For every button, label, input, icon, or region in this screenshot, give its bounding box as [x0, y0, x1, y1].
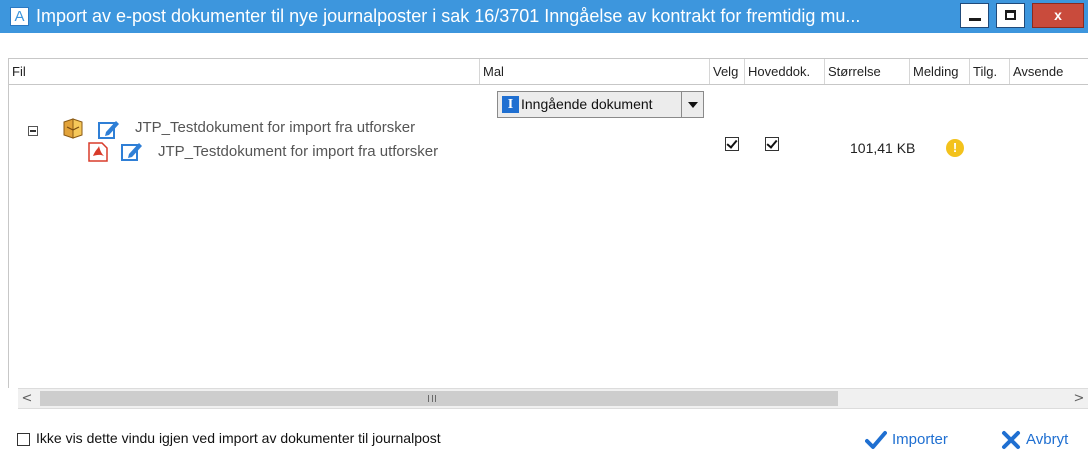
- template-select-value: Inngående dokument: [521, 96, 653, 112]
- edit-metadata-icon[interactable]: [97, 118, 121, 140]
- horizontal-scrollbar[interactable]: < >: [18, 388, 1088, 409]
- email-envelope-icon: [63, 118, 83, 139]
- pdf-file-name[interactable]: JTP_Testdokument for import fra utforske…: [158, 143, 478, 160]
- scroll-right-icon[interactable]: >: [1070, 389, 1088, 408]
- column-header-size[interactable]: Størrelse: [824, 59, 909, 84]
- pdf-file-icon: [88, 142, 108, 162]
- cancel-button[interactable]: Avbryt: [1000, 428, 1085, 452]
- import-button[interactable]: Importer: [865, 428, 965, 452]
- incoming-document-icon: I: [502, 96, 519, 113]
- column-header-file[interactable]: Fil: [9, 59, 479, 84]
- minimize-icon: [969, 18, 981, 21]
- import-button-label: Importer: [892, 431, 948, 448]
- cross-icon: [1002, 431, 1020, 449]
- collapse-toggle-icon[interactable]: [28, 126, 38, 136]
- column-header-select[interactable]: Velg: [709, 59, 744, 84]
- checkmark-icon: [865, 431, 887, 449]
- column-header-main-document[interactable]: Hoveddok.: [744, 59, 824, 84]
- dont-show-again-checkbox[interactable]: [17, 433, 30, 446]
- maximize-icon: [1005, 10, 1016, 20]
- dont-show-again-label[interactable]: Ikke vis dette vindu igjen ved import av…: [36, 430, 441, 446]
- column-header-sender[interactable]: Avsende: [1009, 59, 1088, 84]
- template-select[interactable]: I Inngående dokument: [497, 91, 704, 118]
- column-header-message[interactable]: Melding: [909, 59, 969, 84]
- grid-header: Fil Mal Velg Hoveddok. Størrelse Melding…: [9, 58, 1088, 85]
- scrollbar-thumb[interactable]: [40, 391, 838, 406]
- edit-metadata-icon[interactable]: [120, 140, 144, 162]
- window-title: Import av e-post dokumenter til nye jour…: [36, 6, 861, 26]
- select-checkbox[interactable]: [725, 137, 739, 151]
- minimize-button[interactable]: [960, 3, 989, 28]
- scroll-left-icon[interactable]: <: [18, 389, 36, 408]
- column-header-template[interactable]: Mal: [479, 59, 709, 84]
- column-header-access[interactable]: Tilg.: [969, 59, 1009, 84]
- file-size: 101,41 KB: [850, 140, 916, 156]
- cancel-button-label: Avbryt: [1026, 431, 1069, 448]
- title-bar: A Import av e-post dokumenter til nye jo…: [0, 0, 1088, 33]
- app-icon: A: [10, 7, 29, 26]
- chevron-down-icon[interactable]: [681, 92, 703, 117]
- main-document-checkbox[interactable]: [765, 137, 779, 151]
- warning-icon[interactable]: !: [946, 139, 964, 157]
- maximize-button[interactable]: [996, 3, 1025, 28]
- email-file-name[interactable]: JTP_Testdokument for import fra utforske…: [135, 119, 475, 136]
- close-button[interactable]: x: [1032, 3, 1084, 28]
- grip-icon: [428, 395, 436, 402]
